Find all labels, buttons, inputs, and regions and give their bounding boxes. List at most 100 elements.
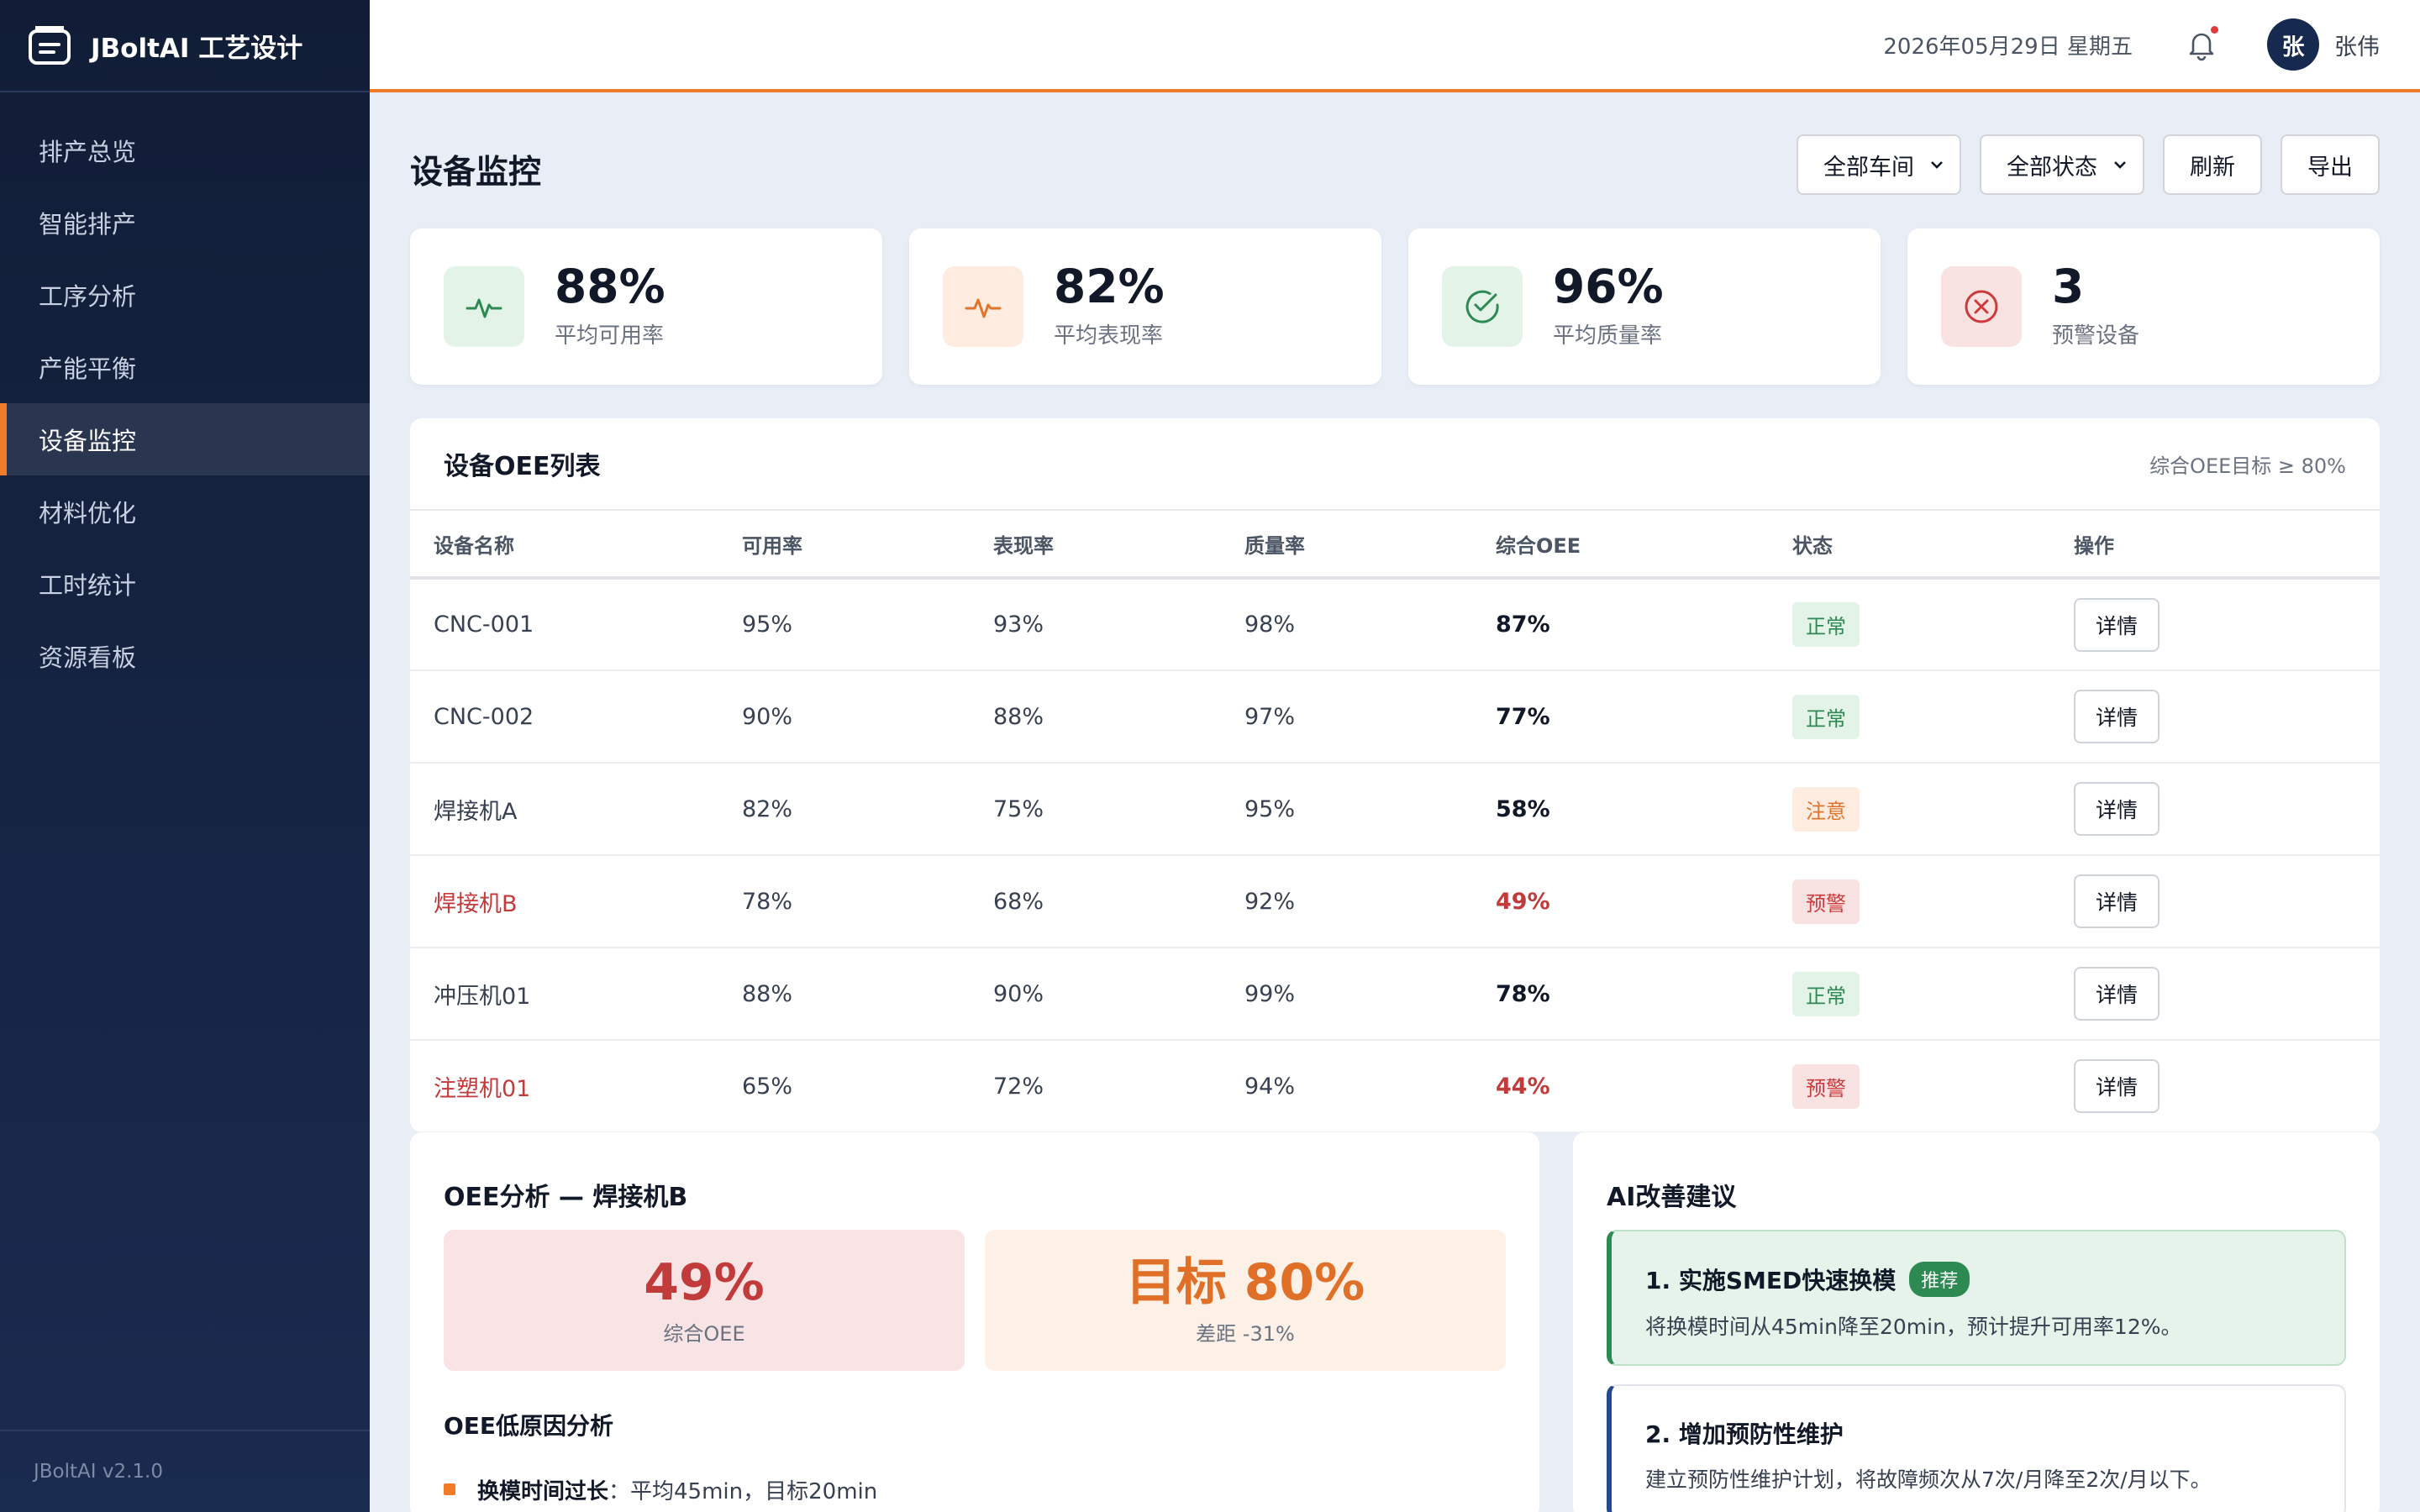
detail-button[interactable]: 详情 — [2074, 782, 2160, 836]
notification-button[interactable] — [2183, 26, 2220, 63]
target-oee-value: 目标 80% — [1125, 1253, 1365, 1312]
equipment-name: 焊接机A — [410, 763, 742, 856]
column-header-name[interactable]: 设备名称 — [410, 511, 742, 580]
table-row: 焊接机A 82% 75% 95% 58% 注意 详情 — [410, 763, 2380, 856]
suggestion-title: 1. 实施SMED快速换模 — [1645, 1267, 1897, 1294]
title-row: 设备监控 全部车间 全部状态 刷新 导出 — [410, 134, 2380, 202]
oee-analysis-title: OEE分析 — 焊接机B — [444, 1183, 688, 1212]
recommended-badge: 推荐 — [1909, 1262, 1970, 1297]
username[interactable]: 张伟 — [2334, 29, 2380, 61]
cause-detail: ：平均45min，目标20min — [608, 1478, 878, 1504]
equipment-name: CNC-001 — [410, 578, 742, 671]
quality-cell: 92% — [1244, 855, 1496, 948]
equipment-name: 焊接机B — [410, 855, 742, 948]
pulse-icon — [444, 266, 524, 347]
stat-value: 3 — [2052, 260, 2085, 313]
table-row: CNC-001 95% 93% 98% 87% 正常 详情 — [410, 578, 2380, 671]
detail-button[interactable]: 详情 — [2074, 1059, 2160, 1113]
sidebar-nav: 排产总览 智能排产 工序分析 产能平衡 设备监控 材料优化 工时统计 资源看板 — [0, 92, 370, 672]
sidebar-item-capacity-balance[interactable]: 产能平衡 — [0, 331, 370, 403]
causes-title: OEE低原因分析 — [444, 1412, 614, 1440]
bullet-icon — [444, 1483, 455, 1495]
availability-cell: 82% — [742, 763, 993, 856]
status-badge: 预警 — [1792, 879, 1860, 924]
detail-button[interactable]: 详情 — [2074, 690, 2160, 743]
table-header-row: 设备名称 可用率 表现率 质量率 综合OEE 状态 操作 — [410, 511, 2380, 580]
oee-target-note: 综合OEE目标 ≥ 80% — [2149, 454, 2346, 478]
oee-table-header: 设备OEE列表 综合OEE目标 ≥ 80% — [410, 418, 2380, 511]
availability-cell: 95% — [742, 578, 993, 671]
availability-cell: 88% — [742, 948, 993, 1041]
current-oee-value: 49% — [644, 1253, 765, 1312]
app-version: JBoltAI v2.1.0 — [0, 1430, 370, 1512]
availability-cell: 78% — [742, 855, 993, 948]
workshop-select[interactable]: 全部车间 — [1797, 134, 1961, 195]
sidebar-item-process-analysis[interactable]: 工序分析 — [0, 259, 370, 331]
page-title: 设备监控 — [410, 154, 542, 192]
x-circle-icon — [1941, 266, 2022, 347]
status-select[interactable]: 全部状态 — [1980, 134, 2144, 195]
target-oee-box: 目标 80% 差距 -31% — [985, 1230, 1506, 1371]
oee-cell: 78% — [1496, 948, 1792, 1041]
oee-analysis-card: OEE分析 — 焊接机B 49% 综合OEE 目标 80% 差距 -31% OE… — [410, 1132, 1539, 1512]
avatar[interactable]: 张 — [2267, 18, 2319, 71]
column-header-performance[interactable]: 表现率 — [993, 511, 1244, 580]
quality-cell: 95% — [1244, 763, 1496, 856]
availability-cell: 65% — [742, 1040, 993, 1132]
stat-card-quality: 96% 平均质量率 — [1408, 228, 1881, 385]
quality-cell: 99% — [1244, 948, 1496, 1041]
column-header-availability[interactable]: 可用率 — [742, 511, 993, 580]
column-header-action: 操作 — [2074, 511, 2380, 580]
equipment-name: 冲压机01 — [410, 948, 742, 1041]
top-header: 2026年05月29日 星期五 张 张伟 — [370, 0, 2420, 92]
brand-logo-icon — [29, 26, 71, 65]
column-header-status[interactable]: 状态 — [1792, 511, 2074, 580]
performance-cell: 93% — [993, 578, 1244, 671]
suggestion-description: 建立预防性维护计划，将故障频次从7次/月降至2次/月以下。 — [1645, 1467, 2212, 1492]
detail-button[interactable]: 详情 — [2074, 874, 2160, 928]
sidebar-item-work-hours[interactable]: 工时统计 — [0, 548, 370, 620]
suggestion-card[interactable]: 2. 增加预防性维护 建立预防性维护计划，将故障频次从7次/月降至2次/月以下。 — [1607, 1384, 2346, 1512]
chevron-down-icon — [2114, 161, 2126, 169]
stat-card-availability: 88% 平均可用率 — [410, 228, 882, 385]
stat-label: 平均可用率 — [555, 323, 665, 349]
current-date: 2026年05月29日 星期五 — [1883, 34, 2133, 60]
chevron-down-icon — [1931, 161, 1943, 169]
current-oee-box: 49% 综合OEE — [444, 1230, 965, 1371]
detail-button[interactable]: 详情 — [2074, 597, 2160, 652]
status-badge: 正常 — [1792, 971, 1860, 1016]
performance-cell: 88% — [993, 670, 1244, 764]
table-row: 注塑机01 65% 72% 94% 44% 预警 详情 — [410, 1040, 2380, 1132]
main-content: 设备监控 全部车间 全部状态 刷新 导出 88% 平均可用率 82% 平均表现率… — [410, 92, 2380, 1512]
quality-cell: 98% — [1244, 578, 1496, 671]
equipment-name: CNC-002 — [410, 670, 742, 764]
refresh-button[interactable]: 刷新 — [2163, 134, 2262, 195]
sidebar-item-resource-board[interactable]: 资源看板 — [0, 620, 370, 692]
performance-cell: 72% — [993, 1040, 1244, 1132]
sidebar-item-schedule-overview[interactable]: 排产总览 — [0, 114, 370, 186]
export-button[interactable]: 导出 — [2281, 134, 2380, 195]
target-gap-label: 差距 -31% — [1196, 1322, 1295, 1346]
status-badge: 注意 — [1792, 786, 1860, 832]
suggestion-card[interactable]: 1. 实施SMED快速换模 推荐 将换模时间从45min降至20min，预计提升… — [1607, 1230, 2346, 1366]
sidebar: JBoltAI 工艺设计 排产总览 智能排产 工序分析 产能平衡 设备监控 材料… — [0, 0, 370, 1512]
sidebar-item-material-optimization[interactable]: 材料优化 — [0, 475, 370, 548]
check-circle-icon — [1442, 266, 1523, 347]
detail-button[interactable]: 详情 — [2074, 967, 2160, 1021]
performance-cell: 75% — [993, 763, 1244, 856]
stat-label: 平均质量率 — [1553, 323, 1663, 349]
sidebar-item-equipment-monitor[interactable]: 设备监控 — [0, 403, 370, 475]
suggestion-description: 将换模时间从45min降至20min，预计提升可用率12%。 — [1645, 1315, 2182, 1339]
brand[interactable]: JBoltAI 工艺设计 — [0, 0, 370, 92]
stat-value: 88% — [555, 260, 666, 313]
cause-name: 换模时间过长 — [477, 1478, 609, 1504]
sidebar-item-smart-schedule[interactable]: 智能排产 — [0, 186, 370, 259]
column-header-oee[interactable]: 综合OEE — [1496, 511, 1792, 580]
stat-card-performance: 82% 平均表现率 — [909, 228, 1381, 385]
column-header-quality[interactable]: 质量率 — [1244, 511, 1496, 580]
toolbar: 全部车间 全部状态 刷新 导出 — [1797, 134, 2380, 195]
oee-cell: 49% — [1496, 855, 1792, 948]
performance-cell: 68% — [993, 855, 1244, 948]
stat-card-alerts: 3 预警设备 — [1907, 228, 2380, 385]
stat-value: 96% — [1553, 260, 1664, 313]
